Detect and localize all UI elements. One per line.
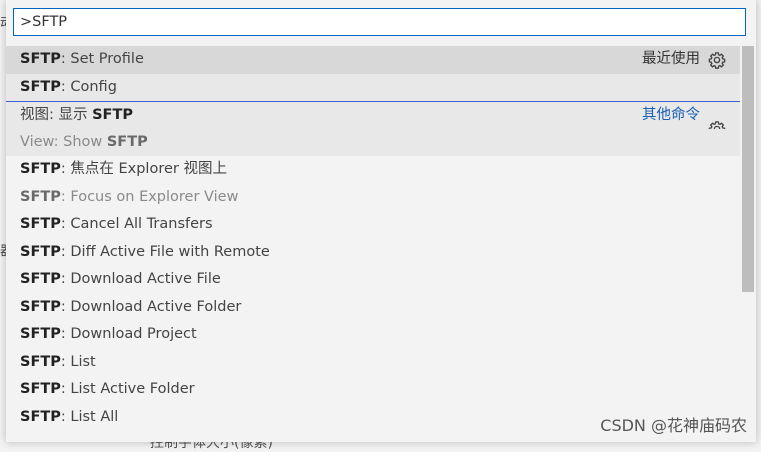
command-palette: SFTP: Set Profile 最近使用 SFTP: Config 视图: …	[6, 0, 756, 442]
command-item[interactable]: SFTP: Config	[6, 73, 740, 101]
other-commands-tag: 其他命令	[642, 107, 700, 123]
command-item[interactable]: SFTP: List Active Folder	[6, 376, 740, 404]
command-label: List All	[70, 408, 119, 425]
command-label: List Active Folder	[70, 381, 195, 397]
command-item-detail[interactable]: View: Show SFTP	[6, 128, 740, 156]
command-prefix: SFTP	[20, 381, 61, 397]
command-item[interactable]: SFTP: Set Profile 最近使用	[6, 46, 740, 74]
command-label: Download Project	[70, 326, 197, 342]
command-highlight: SFTP	[106, 133, 148, 150]
command-prefix: SFTP	[20, 161, 61, 177]
command-prefix: SFTP	[20, 243, 61, 260]
list-scrollbar[interactable]	[742, 46, 754, 292]
command-prefix: SFTP	[20, 78, 61, 95]
command-prefix: SFTP	[20, 216, 61, 232]
command-label: Cancel All Transfers	[70, 216, 213, 232]
command-prefix: SFTP	[20, 188, 61, 205]
command-input[interactable]	[14, 9, 745, 35]
command-prefix: SFTP	[20, 271, 61, 287]
command-label: View: Show	[20, 133, 107, 150]
recently-used-tag: 最近使用	[642, 51, 700, 67]
watermark: CSDN @花神庙码农	[600, 416, 747, 435]
command-item-detail[interactable]: SFTP: Focus on Explorer View	[6, 184, 740, 212]
command-item[interactable]: SFTP: 焦点在 Explorer 视图上	[6, 156, 740, 184]
command-label: Diff Active File with Remote	[70, 243, 270, 260]
gear-icon[interactable]	[708, 51, 726, 69]
command-prefix: SFTP	[20, 408, 61, 425]
command-item[interactable]: SFTP: Download Project	[6, 321, 740, 349]
command-label: Download Active File	[70, 271, 221, 287]
command-label: 焦点在 Explorer 视图上	[70, 161, 227, 177]
command-prefix: SFTP	[20, 326, 61, 342]
command-item[interactable]: 视图: 显示 SFTP 其他命令	[6, 101, 740, 138]
command-label: Download Active Folder	[70, 298, 242, 315]
command-prefix: SFTP	[20, 51, 61, 67]
command-label: Config	[70, 78, 117, 95]
command-prefix: SFTP	[20, 353, 61, 370]
command-item[interactable]: SFTP: Download Active File	[6, 266, 740, 294]
command-list: SFTP: Set Profile 最近使用 SFTP: Config 视图: …	[6, 46, 740, 431]
command-prefix: SFTP	[20, 298, 61, 315]
command-item[interactable]: SFTP: Cancel All Transfers	[6, 211, 740, 239]
command-label: Set Profile	[70, 51, 144, 67]
command-label: Focus on Explorer View	[70, 188, 239, 205]
command-label: 视图: 显示	[20, 107, 93, 123]
command-highlight: SFTP	[92, 107, 133, 123]
command-item[interactable]: SFTP: List	[6, 349, 740, 377]
command-label: List	[70, 353, 96, 370]
command-item[interactable]: SFTP: Diff Active File with Remote	[6, 239, 740, 267]
command-input-box[interactable]	[13, 8, 746, 36]
command-item[interactable]: SFTP: Download Active Folder	[6, 294, 740, 322]
